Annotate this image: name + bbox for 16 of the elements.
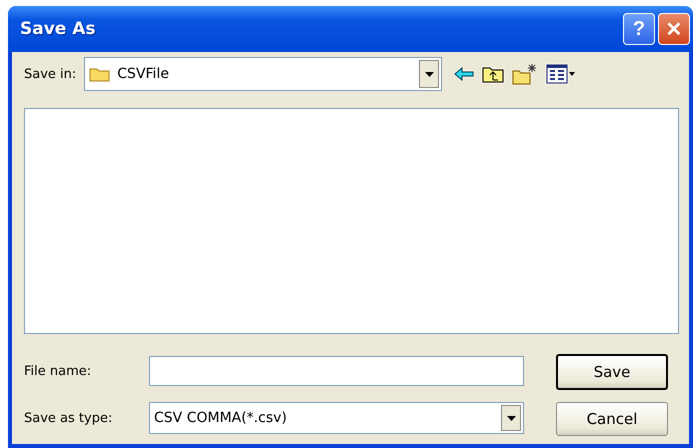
window-title: Save As bbox=[19, 19, 97, 39]
dialog-button[interactable]: Cancel bbox=[556, 402, 668, 436]
file-name-label: File name: bbox=[24, 364, 92, 378]
dialog-button[interactable]: Save bbox=[556, 354, 668, 390]
folder-icon bbox=[89, 66, 112, 82]
view-menu-icon[interactable] bbox=[546, 64, 576, 84]
dropdown-arrow-icon bbox=[506, 416, 516, 420]
up-folder-icon[interactable] bbox=[482, 65, 504, 83]
save-as-type-dropdown[interactable]: CSV COMMA(*.csv) bbox=[149, 402, 524, 434]
save-as-type-label: Save as type: bbox=[24, 410, 114, 426]
back-arrow-icon[interactable] bbox=[454, 67, 474, 81]
new-folder-icon[interactable] bbox=[512, 63, 538, 85]
file-name-field[interactable] bbox=[149, 356, 524, 386]
save-in-dropdown[interactable]: CSVFile bbox=[84, 57, 442, 91]
save-in-label: Save in: bbox=[24, 66, 76, 82]
dropdown-arrow-icon bbox=[424, 72, 434, 76]
